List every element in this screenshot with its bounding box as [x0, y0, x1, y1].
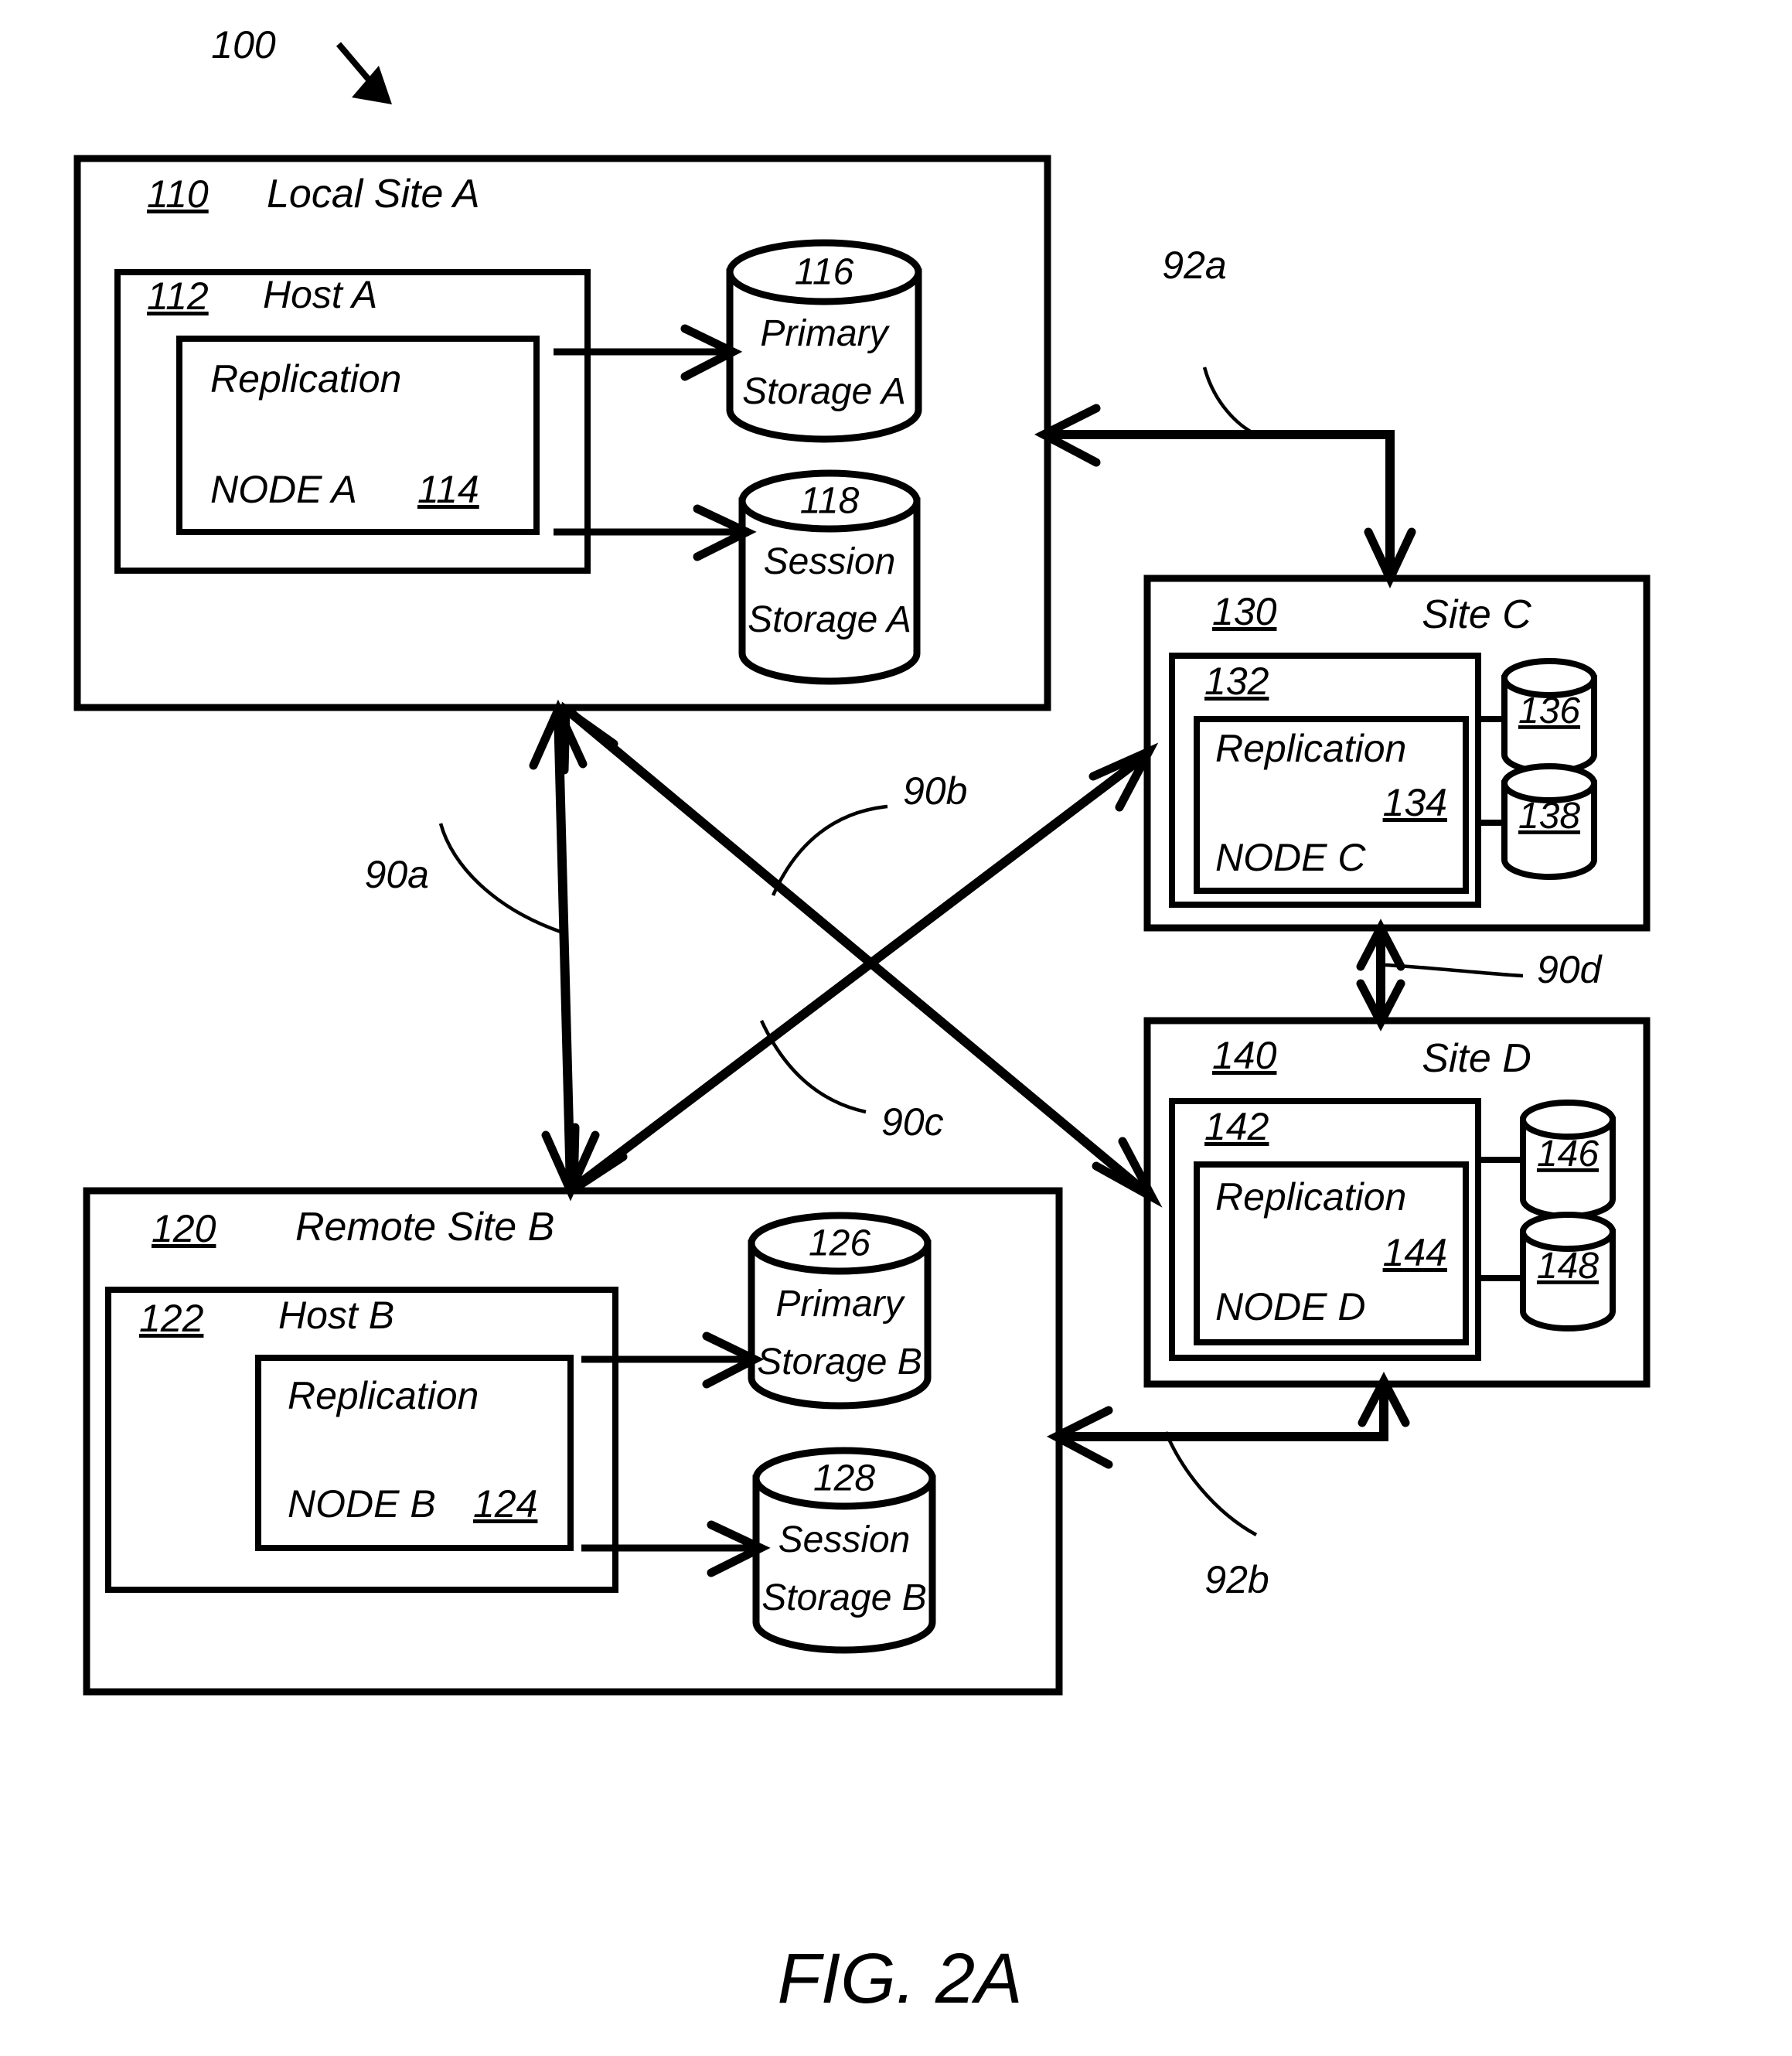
- node-a-ref: 114: [417, 468, 479, 511]
- node-c-replication-label: Replication: [1215, 727, 1406, 770]
- node-a-replication-label: Replication: [210, 357, 401, 401]
- site-d-disk-146-ref: 146: [1537, 1134, 1599, 1175]
- link-90a-label: 90a: [365, 853, 429, 896]
- site-d-disk-148[interactable]: 148: [1520, 1212, 1616, 1331]
- site-a-ref: 110: [147, 172, 209, 216]
- site-a-group[interactable]: 110 Local Site A 112 Host A Replication …: [73, 155, 1051, 711]
- link-90d-arrow: [1356, 919, 1405, 1031]
- site-c-disk-136[interactable]: 136: [1501, 658, 1597, 775]
- session-storage-b-line2: Storage B: [761, 1577, 926, 1618]
- site-c-disk-136-ref: 136: [1518, 690, 1580, 731]
- site-b-group[interactable]: 120 Remote Site B 122 Host B Replication…: [83, 1187, 1063, 1696]
- site-d-group[interactable]: 140 Site D 142 Replication 144 NODE D 14…: [1143, 1017, 1651, 1388]
- primary-storage-a-line2: Storage A: [742, 371, 906, 412]
- link-92a-arrow: [1034, 404, 1416, 589]
- figure-sheet: 100 110 Local Site A 112 Host A Replicat…: [0, 0, 1792, 2056]
- site-a-title: Local Site A: [267, 172, 480, 217]
- link-92a-leader: [1202, 367, 1257, 437]
- host-b-ref: 122: [139, 1297, 204, 1340]
- site-d-ref: 140: [1212, 1034, 1277, 1077]
- host-a-ref: 112: [147, 274, 209, 318]
- node-b-ref: 124: [473, 1482, 537, 1526]
- node-d-ref: 144: [1383, 1231, 1447, 1274]
- site-d-disk-148-ref: 148: [1537, 1246, 1599, 1287]
- site-c-title: Site C: [1422, 592, 1531, 637]
- primary-storage-a-ref: 116: [795, 252, 854, 293]
- host-b-title: Host B: [278, 1294, 394, 1337]
- session-storage-a-line2: Storage A: [748, 599, 911, 640]
- link-92b-arrow: [1046, 1372, 1410, 1469]
- site-b-ref: 120: [152, 1207, 216, 1250]
- site-b-title: Remote Site B: [295, 1205, 554, 1250]
- site-c-disk-138-ref: 138: [1518, 796, 1580, 837]
- site-d-title: Site D: [1422, 1036, 1531, 1081]
- system-ref-label: 100: [211, 23, 276, 66]
- node-b-name-label: NODE B: [288, 1482, 436, 1526]
- figure-caption: FIG. 2A: [778, 1939, 1023, 2018]
- link-90a-arrow: [529, 699, 600, 1202]
- link-90c-label: 90c: [881, 1100, 944, 1144]
- node-d-name-label: NODE D: [1215, 1285, 1365, 1328]
- link-92b-label: 92b: [1204, 1558, 1269, 1601]
- host-a-title: Host A: [263, 273, 377, 316]
- link-90b-label: 90b: [903, 769, 967, 813]
- site-c-disk-138[interactable]: 138: [1501, 763, 1597, 880]
- link-90d-label: 90d: [1537, 948, 1603, 991]
- node-d-replication-label: Replication: [1215, 1175, 1406, 1219]
- session-storage-b-line1: Session: [778, 1519, 911, 1560]
- primary-storage-b-line1: Primary: [775, 1284, 905, 1325]
- session-storage-a-cylinder[interactable]: 118 Session Storage A: [738, 469, 921, 685]
- site-c-ref: 130: [1212, 590, 1277, 633]
- session-storage-b-ref: 128: [813, 1458, 875, 1499]
- site-d-disk-146[interactable]: 146: [1520, 1100, 1616, 1219]
- primary-storage-a-cylinder[interactable]: 116 Primary Storage A: [726, 239, 922, 443]
- site-c-inner-ref: 132: [1204, 660, 1269, 703]
- primary-storage-b-cylinder[interactable]: 126 Primary Storage B: [748, 1212, 932, 1410]
- session-storage-a-line1: Session: [764, 541, 896, 582]
- link-92a-label: 92a: [1162, 244, 1226, 287]
- link-90d-leader: [1385, 963, 1524, 978]
- link-90a-leader: [438, 823, 561, 934]
- figure-canvas: 100 110 Local Site A 112 Host A Replicat…: [73, 23, 1651, 2018]
- link-92b-leader: [1163, 1431, 1258, 1536]
- primary-storage-a-line1: Primary: [760, 313, 890, 354]
- session-storage-b-cylinder[interactable]: 128 Session Storage B: [752, 1447, 936, 1654]
- node-c-name-label: NODE C: [1215, 836, 1366, 879]
- session-storage-a-ref: 118: [800, 481, 860, 522]
- site-c-group[interactable]: 130 Site C 132 Replication 134 NODE C 13…: [1143, 575, 1651, 932]
- site-d-inner-ref: 142: [1204, 1105, 1269, 1148]
- primary-storage-b-line2: Storage B: [757, 1342, 922, 1383]
- node-a-name-label: NODE A: [210, 468, 357, 511]
- primary-storage-b-ref: 126: [809, 1223, 870, 1264]
- system-lead-arrow: [336, 42, 392, 104]
- node-b-replication-label: Replication: [288, 1374, 479, 1417]
- node-c-ref: 134: [1383, 781, 1447, 824]
- link-90b-leader: [771, 804, 888, 896]
